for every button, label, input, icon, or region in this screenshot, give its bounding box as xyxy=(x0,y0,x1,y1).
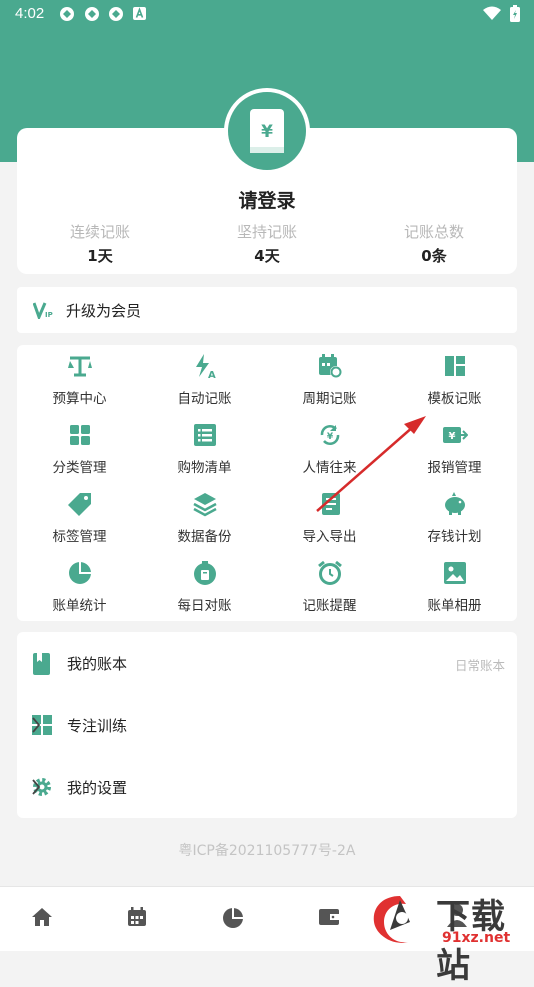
feature-backup[interactable]: 数据备份 xyxy=(142,483,267,552)
reimburse-icon: ¥ xyxy=(443,427,468,443)
svg-text:A: A xyxy=(208,370,216,379)
menu-label: 专注训练 xyxy=(67,717,128,735)
feature-reimburse[interactable]: ¥ 报销管理 xyxy=(392,414,517,483)
svg-text:¥: ¥ xyxy=(261,122,273,142)
feature-shopping[interactable]: 购物清单 xyxy=(142,414,267,483)
import-export-icon xyxy=(322,493,340,515)
watermark-emblem xyxy=(373,896,410,943)
vip-upgrade-row[interactable]: IP 升级为会员 xyxy=(17,287,517,333)
chevron-right-icon xyxy=(32,717,41,733)
feature-album[interactable]: 账单相册 xyxy=(392,552,517,621)
layers-icon xyxy=(193,493,217,517)
stat-value: 4天 xyxy=(254,247,280,265)
status-bar: 4:02 xyxy=(0,0,534,28)
svg-text:¥: ¥ xyxy=(449,431,456,442)
watermark-site: 91xz.net xyxy=(442,930,511,946)
notification-icon xyxy=(85,7,99,21)
feature-saving[interactable]: 存钱计划 xyxy=(392,483,517,552)
tag-icon xyxy=(68,493,91,516)
piggy-bank-icon xyxy=(445,492,465,515)
feature-label: 分类管理 xyxy=(52,460,107,476)
feature-label: 模板记账 xyxy=(427,391,482,407)
login-prompt[interactable]: 请登录 xyxy=(17,186,517,213)
feature-reminder[interactable]: 记账提醒 xyxy=(267,552,392,621)
exchange-icon: ¥ xyxy=(320,425,340,445)
vip-icon: IP xyxy=(33,302,53,319)
feature-cycle[interactable]: 周期记账 xyxy=(267,345,392,414)
menu-my-books[interactable]: 我的账本 日常账本 xyxy=(17,632,517,694)
feature-auto[interactable]: A 自动记账 xyxy=(142,345,267,414)
feature-grid: 预算中心 A 自动记账 周期记账 模板记账 分类管理 购物清单 ¥ 人情往来 ¥… xyxy=(17,345,517,621)
feature-label: 自动记账 xyxy=(177,391,232,407)
stat-label: 坚持记账 xyxy=(236,223,297,241)
flash-auto-icon: A xyxy=(196,354,216,379)
chevron-right-icon xyxy=(32,779,41,795)
watermark-logo: 下载站 91xz.net xyxy=(364,888,534,986)
feature-label: 存钱计划 xyxy=(427,529,482,545)
feature-label: 预算中心 xyxy=(52,391,107,407)
status-time: 4:02 xyxy=(15,5,45,22)
grid-icon xyxy=(70,425,90,445)
calendar-icon[interactable] xyxy=(127,907,147,927)
clock-check-icon xyxy=(194,561,216,585)
pie-chart-icon xyxy=(69,562,91,584)
menu-my-settings[interactable]: 我的设置 xyxy=(17,756,517,818)
ledger-book-icon: ¥ xyxy=(250,109,284,153)
feature-stats[interactable]: 账单统计 xyxy=(17,552,142,621)
feature-gift[interactable]: ¥ 人情往来 xyxy=(267,414,392,483)
book-icon xyxy=(33,653,50,675)
alarm-icon xyxy=(318,560,342,585)
feature-label: 记账提醒 xyxy=(302,598,357,614)
stat-label: 连续记账 xyxy=(69,223,130,241)
feature-label: 账单统计 xyxy=(52,598,107,614)
list-icon xyxy=(194,424,216,446)
stat-persist: 坚持记账 4天 xyxy=(184,221,350,266)
avatar[interactable]: ¥ xyxy=(224,88,310,174)
template-icon xyxy=(445,356,465,376)
feature-label: 数据备份 xyxy=(177,529,232,545)
settings-menu: 我的账本 日常账本 专注训练 我的设置 xyxy=(17,632,517,818)
notification-icon xyxy=(60,7,74,21)
svg-text:IP: IP xyxy=(45,311,53,319)
feature-label: 每日对账 xyxy=(177,598,232,614)
menu-label: 我的设置 xyxy=(67,779,128,797)
scale-icon xyxy=(68,356,92,377)
feature-label: 周期记账 xyxy=(302,391,357,407)
stat-value: 1天 xyxy=(87,247,113,265)
feature-category[interactable]: 分类管理 xyxy=(17,414,142,483)
feature-label: 人情往来 xyxy=(302,460,357,476)
pie-chart-icon[interactable] xyxy=(222,907,244,929)
menu-focus-training[interactable]: 专注训练 xyxy=(17,694,517,756)
wallet-icon[interactable] xyxy=(318,907,340,927)
calendar-cycle-icon xyxy=(319,354,342,378)
battery-icon xyxy=(510,5,520,22)
feature-template[interactable]: 模板记账 xyxy=(392,345,517,414)
feature-label: 账单相册 xyxy=(427,598,482,614)
wifi-icon xyxy=(483,6,501,20)
feature-label: 标签管理 xyxy=(52,529,107,545)
feature-import-export[interactable]: 导入导出 xyxy=(267,483,392,552)
notification-icon xyxy=(109,7,123,21)
feature-label: 购物清单 xyxy=(177,460,232,476)
stat-value: 0条 xyxy=(421,247,447,265)
feature-tag[interactable]: 标签管理 xyxy=(17,483,142,552)
home-icon[interactable] xyxy=(31,907,53,927)
vip-label: 升级为会员 xyxy=(66,302,142,320)
svg-text:¥: ¥ xyxy=(327,432,334,442)
menu-label: 我的账本 xyxy=(67,655,128,673)
stat-label: 记账总数 xyxy=(403,223,464,241)
photo-icon xyxy=(444,562,466,584)
feature-daily-check[interactable]: 每日对账 xyxy=(142,552,267,621)
feature-budget[interactable]: 预算中心 xyxy=(17,345,142,414)
feature-label: 导入导出 xyxy=(302,529,357,545)
stat-total: 记账总数 0条 xyxy=(351,221,517,266)
feature-label: 报销管理 xyxy=(427,460,482,476)
icp-filing-text: 粤ICP备2021105777号-2A xyxy=(178,843,356,859)
current-book-value: 日常账本 xyxy=(454,658,505,673)
a-icon xyxy=(133,7,146,20)
stat-consecutive: 连续记账 1天 xyxy=(17,221,183,266)
